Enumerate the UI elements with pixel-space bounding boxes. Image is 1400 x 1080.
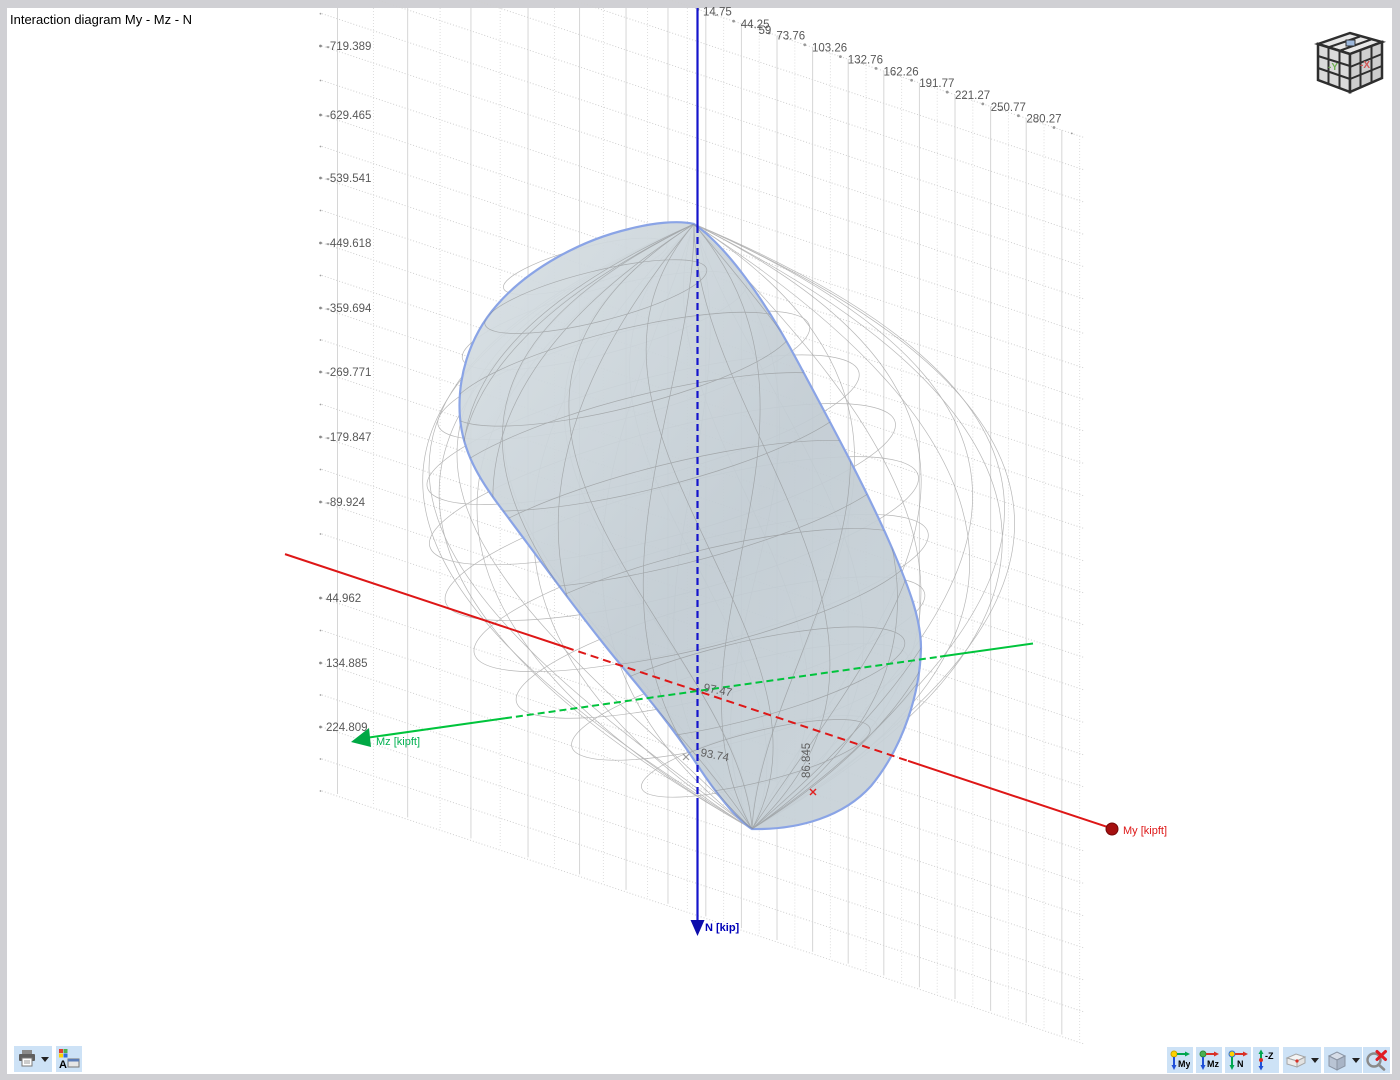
my-axis-tick-label: 162.26 (884, 66, 919, 78)
n-axis-tick-label: -629.465 (326, 110, 371, 122)
solid-cube-icon (1326, 1049, 1348, 1071)
my-axis-tick-label: 73.76 (776, 31, 805, 43)
n-axis-tick-label: 44.962 (326, 593, 361, 605)
display-mode-dropdown-arrow-icon[interactable] (1352, 1058, 1360, 1063)
display-mode-button[interactable] (1324, 1047, 1362, 1073)
isometric-view-button[interactable] (1283, 1047, 1321, 1073)
cube-left-face-label[interactable]: -Y (1328, 62, 1338, 73)
app-window: -719.389 -629.465 -539.541 -449.618 -359.694… (0, 0, 1400, 1080)
my-axis-label: My [kipft] (1123, 825, 1167, 837)
isometric-view-icon (1285, 1051, 1307, 1069)
my-axis-tick-label: 250.77 (991, 102, 1026, 114)
my-button-label: My (1178, 1059, 1190, 1069)
svg-text:A: A (59, 1059, 67, 1070)
n-axis-tick-label: -449.618 (326, 238, 371, 250)
my-axis-icon: My (1170, 1050, 1190, 1071)
my-axis-end-sphere (1106, 823, 1118, 835)
n-axis-icon: N (1228, 1050, 1248, 1071)
my-axis-tick-label: 280.27 (1026, 114, 1061, 126)
navigation-cube-body[interactable]: -Y -X (1318, 33, 1382, 92)
n-button-label: N (1237, 1059, 1244, 1069)
minus-z-axis-icon: -Z (1256, 1049, 1276, 1071)
diagram-svg: -719.389 -629.465 -539.541 -449.618 -359.694… (0, 0, 1400, 1080)
n-axis-arrow-icon (691, 920, 705, 936)
n-axis-tick-label: -269.771 (326, 367, 371, 379)
n-axis-tick-label: 134.885 (326, 658, 368, 670)
mz-axis-label: Mz [kipft] (376, 736, 420, 748)
n-axis-tick-label: -89.924 (326, 497, 366, 509)
print-dropdown-arrow-icon[interactable] (41, 1057, 49, 1062)
my-axis-scale: 14.7544.255973.76103.26132.76162.26191.7… (697, 6, 1073, 134)
my-axis-tick-label: 132.76 (848, 54, 883, 66)
rotate-n-button[interactable]: N (1225, 1047, 1251, 1073)
my-axis-tick-label: 59 (759, 25, 772, 37)
interaction-diagram: -719.389 -629.465 -539.541 -449.618 -359.694… (0, 0, 1400, 1080)
n-axis-tick-label: -719.389 (326, 41, 371, 53)
cancel-zoom-icon (1365, 1048, 1389, 1072)
n-axis-scale: -719.389 -629.465 -539.541 -449.618 -359.694… (319, 13, 372, 792)
n-axis-label: N [kip] (705, 922, 740, 934)
rotate-my-button[interactable]: My (1167, 1047, 1193, 1073)
mz-button-label: Mz (1207, 1059, 1219, 1069)
n-axis-tick-label: -359.694 (326, 303, 372, 315)
cancel-zoom-button[interactable] (1363, 1047, 1390, 1073)
interaction-surface[interactable] (428, 222, 979, 829)
display-properties-icon: A (58, 1048, 80, 1070)
printer-icon (17, 1049, 37, 1069)
cube-right-face-label[interactable]: -X (1360, 60, 1370, 71)
rotate-mz-button[interactable]: Mz (1196, 1047, 1222, 1073)
my-axis-tick-label: 103.26 (812, 43, 847, 55)
my-axis-tick-label: 14.75 (703, 6, 732, 18)
page-title: Interaction diagram My - Mz - N (10, 12, 192, 27)
mz-axis-icon: Mz (1199, 1050, 1219, 1071)
view-minus-z-button[interactable]: -Z (1253, 1047, 1279, 1073)
bottom-border (7, 1074, 1392, 1080)
cube-top-marker (1346, 40, 1355, 46)
minus-z-button-label: -Z (1265, 1051, 1274, 1061)
intersection-marker (683, 754, 689, 760)
navigation-cube[interactable]: -Y -X (1308, 16, 1392, 100)
isometric-dropdown-arrow-icon[interactable] (1311, 1058, 1319, 1063)
my-axis-tick-label: 221.27 (955, 90, 990, 102)
display-properties-button[interactable]: A (56, 1046, 82, 1072)
annotation-label: 86.845 (801, 743, 813, 778)
n-axis-tick-label: 224.809 (326, 722, 368, 734)
my-axis-tick-label: 191.77 (919, 78, 954, 90)
n-axis-tick-label: -539.541 (326, 173, 371, 185)
n-axis-tick-label: -179.847 (326, 432, 371, 444)
print-button[interactable] (14, 1046, 52, 1072)
